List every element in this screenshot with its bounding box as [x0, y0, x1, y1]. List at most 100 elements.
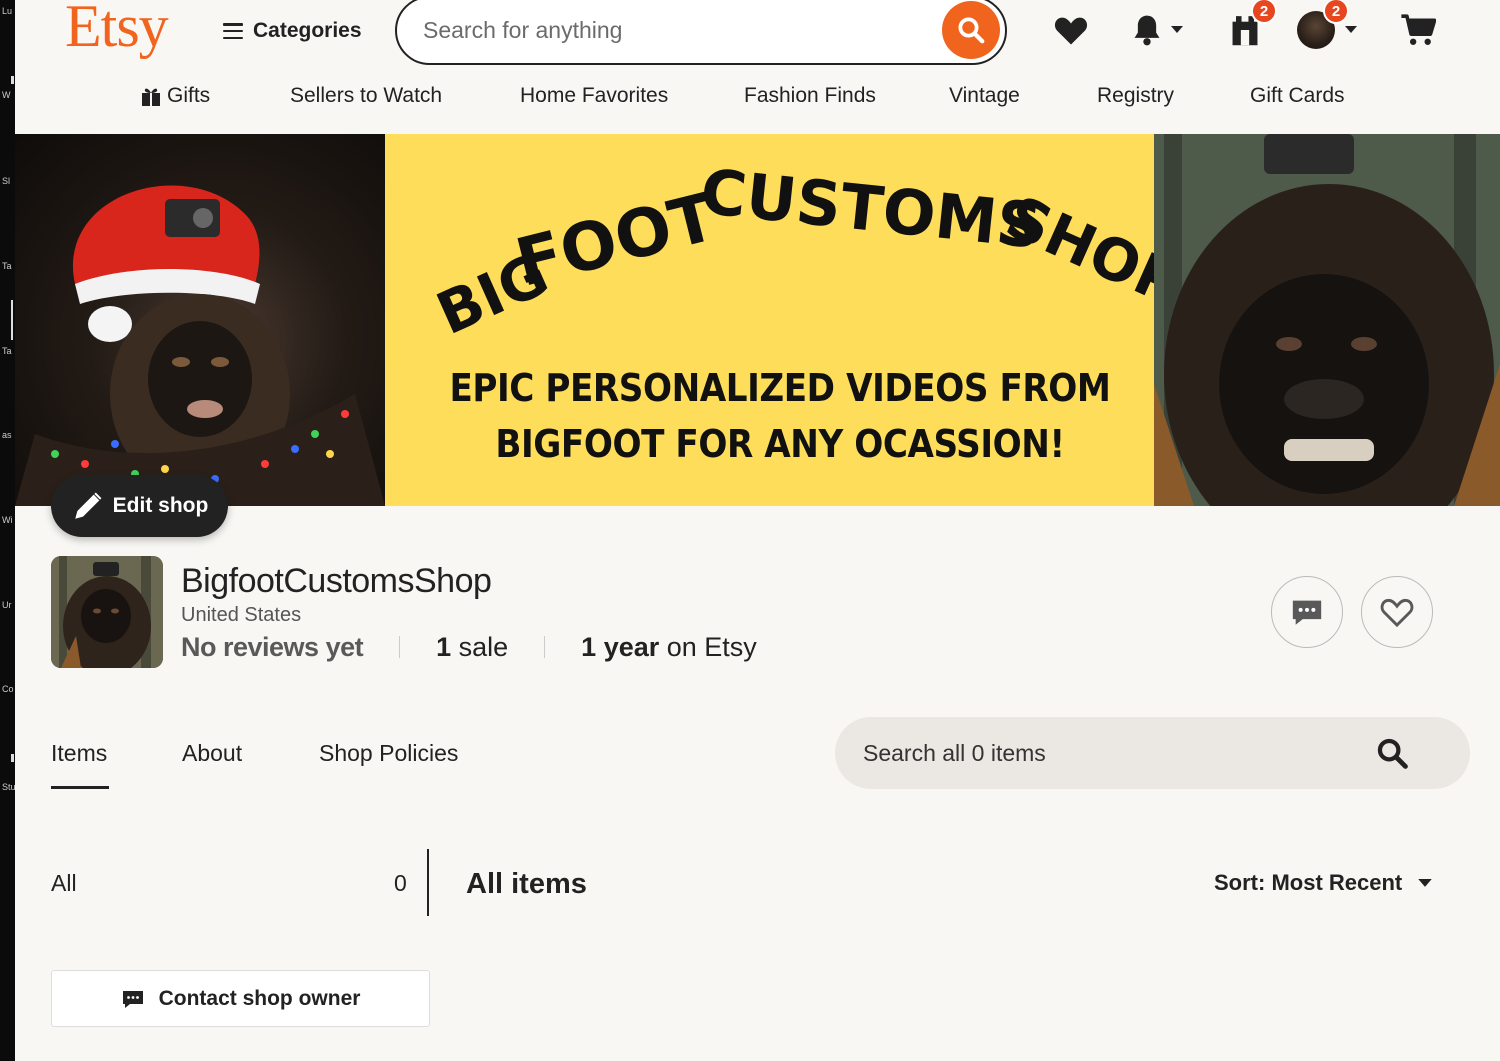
shop-location: United States [181, 604, 302, 626]
chevron-down-icon [1345, 26, 1357, 33]
cart-icon [1401, 14, 1436, 45]
bigfoot-santa-image [15, 185, 385, 506]
shop-sales: 1 sale [436, 632, 508, 663]
strip-tick [11, 76, 14, 84]
etsy-shop-page: Etsy Categories Search for anything 2 2 … [15, 0, 1500, 1061]
site-header: Etsy Categories Search for anything 2 2 … [15, 0, 1500, 134]
banner-photo-right [1154, 134, 1500, 506]
category-nav: Gifts Sellers to Watch Home Favorites Fa… [15, 84, 1500, 118]
strip-label: Co [2, 684, 14, 694]
site-search-button[interactable] [942, 1, 1000, 59]
nav-label: Home Favorites [520, 84, 669, 107]
chevron-down-icon [1418, 878, 1432, 887]
nav-fashion-finds[interactable]: Fashion Finds [744, 84, 876, 108]
shop-banner: BIG FOOT CUSTOMS SHOP EPIC PERSONALIZED … [15, 134, 1500, 506]
sort-dropdown[interactable]: Sort: Most Recent [1214, 870, 1432, 896]
pencil-icon [74, 492, 102, 519]
favorites-button[interactable] [1053, 10, 1089, 50]
nav-label: Vintage [949, 84, 1020, 107]
strip-label: Sl [2, 176, 11, 186]
message-shop-button[interactable] [1271, 576, 1343, 648]
strip-label: W [2, 90, 11, 100]
strip-label: Ta [2, 346, 12, 356]
shop-stats: No reviews yet 1 sale 1 year on Etsy [181, 630, 757, 664]
categories-label: Categories [253, 19, 362, 42]
shop-tenure: 1 year on Etsy [581, 632, 757, 663]
edit-shop-label: Edit shop [112, 494, 209, 517]
shop-reviews[interactable]: No reviews yet [181, 632, 364, 663]
tab-about[interactable]: About [182, 740, 242, 767]
banner-word: FOOT [509, 178, 724, 302]
shop-name: BigfootCustomsShop [181, 562, 492, 600]
account-button[interactable]: 2 [1297, 0, 1367, 50]
notifications-button[interactable] [1127, 10, 1187, 50]
registry-button[interactable]: 2 [1225, 0, 1277, 50]
nav-label: Registry [1097, 84, 1175, 107]
heart-outline-icon [1380, 598, 1414, 628]
banner-subline: BIGFOOT FOR ANY OCASSION! [495, 422, 1065, 466]
gift-icon [142, 88, 160, 106]
nav-gift-cards[interactable]: Gift Cards [1250, 84, 1345, 108]
nav-vintage[interactable]: Vintage [949, 84, 1020, 108]
edit-shop-button[interactable]: Edit shop [51, 475, 228, 537]
strip-label: as [2, 430, 12, 440]
years-label: on Etsy [666, 631, 757, 662]
contact-label: Contact shop owner [158, 986, 361, 1010]
registry-badge: 2 [1251, 0, 1277, 24]
listing-title: All items [466, 868, 587, 900]
desktop-edge-strip: Lu W Sl Ta Ta as Wi Ur Co Stu [0, 0, 16, 1061]
contact-shop-owner-button[interactable]: Contact shop owner [51, 970, 430, 1027]
banner-word: SHOP [996, 182, 1160, 318]
nav-sellers-to-watch[interactable]: Sellers to Watch [290, 84, 442, 108]
site-search [395, 0, 1007, 65]
etsy-logo[interactable]: Etsy [65, 0, 169, 61]
categories-button[interactable]: Categories [223, 16, 362, 46]
active-tab-indicator [51, 786, 109, 789]
strip-tick [11, 300, 13, 340]
sort-label: Sort: Most Recent [1214, 870, 1403, 895]
sales-label: sale [458, 631, 509, 662]
nav-label: Sellers to Watch [290, 84, 443, 107]
account-badge: 2 [1323, 0, 1349, 24]
section-all-count: 0 [394, 870, 407, 896]
years-count: 1 year [581, 631, 660, 662]
hamburger-icon [223, 23, 243, 39]
favorite-shop-button[interactable] [1361, 576, 1433, 648]
nav-label: Fashion Finds [744, 84, 876, 107]
sales-count: 1 [436, 631, 452, 662]
stat-divider [399, 636, 401, 658]
chevron-down-icon [1171, 26, 1183, 33]
bell-icon [1134, 15, 1160, 46]
tab-items[interactable]: Items [51, 740, 107, 767]
cart-button[interactable] [1398, 10, 1438, 50]
message-icon [122, 990, 143, 1008]
site-search-input[interactable] [423, 12, 903, 48]
nav-gifts[interactable]: Gifts [141, 84, 210, 108]
search-icon [958, 17, 985, 44]
banner-subline: EPIC PERSONALIZED VIDEOS FROM [449, 366, 1111, 410]
strip-label: Stu [2, 782, 16, 792]
nav-registry[interactable]: Registry [1097, 84, 1174, 108]
section-all[interactable]: All [51, 870, 77, 897]
banner-photo-left [15, 134, 385, 506]
tab-shop-policies[interactable]: Shop Policies [319, 740, 458, 767]
strip-tick [11, 754, 14, 762]
shop-search-button[interactable] [1374, 735, 1410, 771]
strip-label: Lu [2, 6, 13, 16]
heart-icon [1054, 17, 1088, 45]
bigfoot-portrait-image [1154, 134, 1500, 506]
shop-search [835, 717, 1470, 789]
strip-label: Ur [2, 600, 12, 610]
banner-word: CUSTOMS [697, 164, 1045, 263]
strip-label: Wi [2, 515, 13, 525]
shop-avatar[interactable] [51, 556, 163, 668]
shop-search-input[interactable] [863, 737, 1343, 769]
banner-subheadline: EPIC PERSONALIZED VIDEOS FROM BIGFOOT FO… [438, 360, 1122, 472]
search-icon [1377, 738, 1408, 769]
shop-avatar-image [51, 556, 163, 668]
nav-home-favorites[interactable]: Home Favorites [520, 84, 668, 108]
message-icon [1292, 600, 1322, 625]
section-divider [427, 849, 429, 916]
stat-divider [544, 636, 546, 658]
nav-label: Gifts [167, 84, 211, 107]
